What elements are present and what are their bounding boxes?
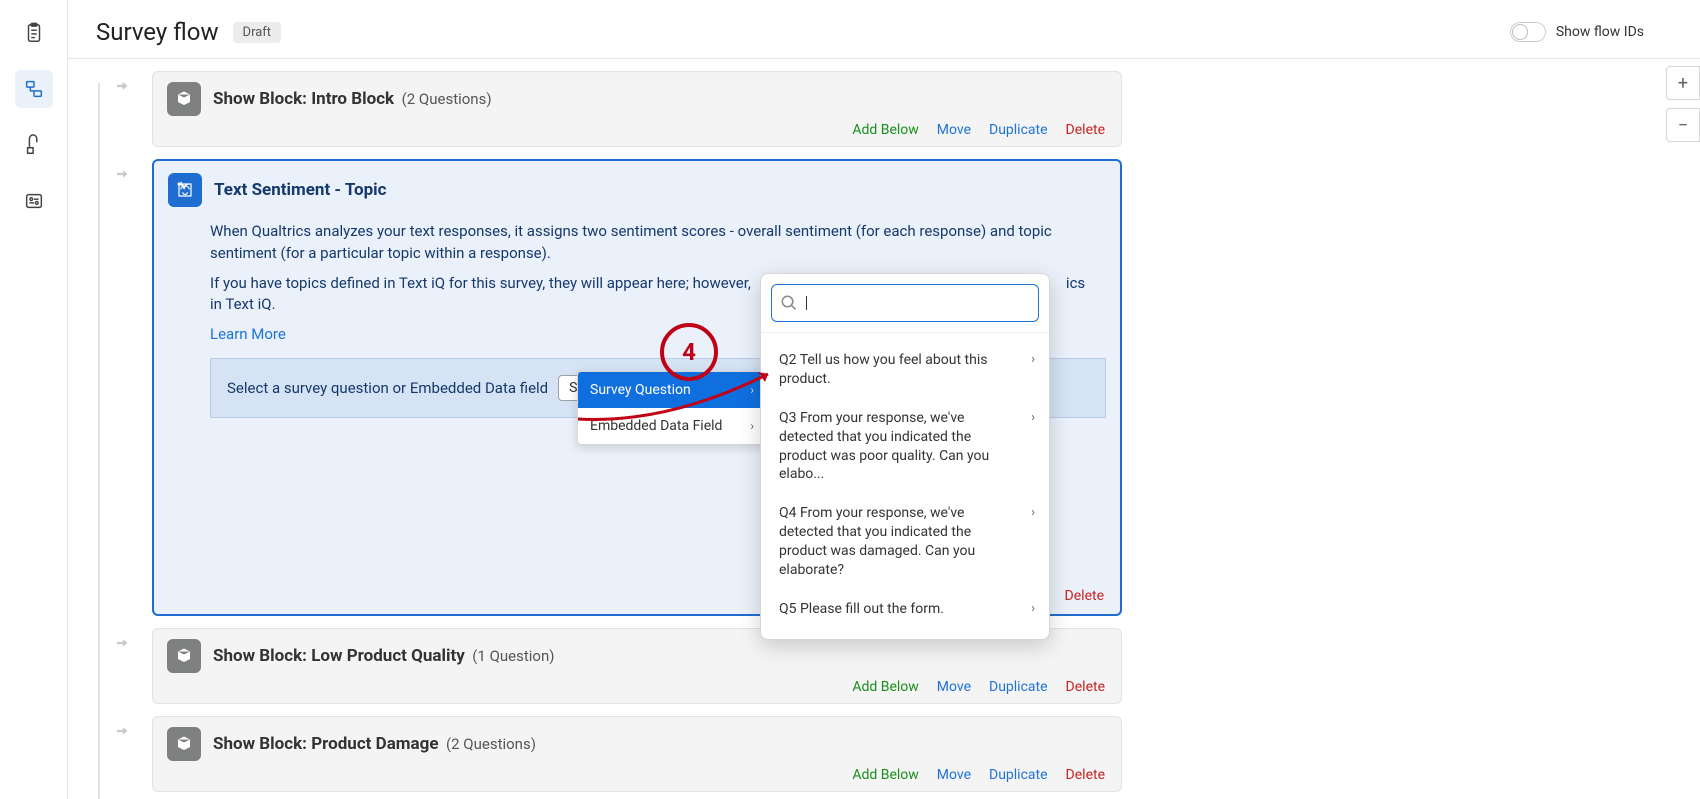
add-below-link[interactable]: Add Below — [852, 767, 918, 783]
flow-area: Show Block: Intro Block (2 Questions) Ad… — [68, 59, 1700, 799]
move-link[interactable]: Move — [937, 122, 971, 138]
show-flow-ids-label: Show flow IDs — [1556, 24, 1644, 40]
chevron-right-icon: › — [1031, 351, 1035, 369]
move-link[interactable]: Move — [937, 767, 971, 783]
nav-survey-icon[interactable] — [15, 14, 53, 52]
nav-look-icon[interactable] — [15, 126, 53, 164]
zoom-in-button[interactable]: + — [1666, 66, 1700, 100]
show-block-card[interactable]: Show Block: Intro Block (2 Questions) Ad… — [152, 71, 1122, 147]
delete-link[interactable]: Delete — [1066, 767, 1105, 783]
topbar: Survey flow Draft Show flow IDs — [68, 0, 1700, 58]
zoom-out-button[interactable]: − — [1666, 108, 1700, 142]
duplicate-link[interactable]: Duplicate — [989, 767, 1048, 783]
block-title: Show Block: Low Product Quality (1 Quest… — [213, 646, 554, 666]
delete-link[interactable]: Delete — [1066, 122, 1105, 138]
question-popover: Q2 Tell us how you feel about this produ… — [760, 273, 1050, 640]
popover-search[interactable] — [771, 284, 1039, 322]
nav-flow-icon[interactable] — [15, 70, 53, 108]
delete-link[interactable]: Delete — [1065, 588, 1104, 604]
sentiment-desc-1: When Qualtrics analyzes your text respon… — [210, 221, 1100, 265]
draft-badge: Draft — [233, 22, 282, 43]
show-flow-ids-toggle[interactable] — [1510, 22, 1546, 42]
connector-arrow-icon — [114, 77, 132, 99]
annotation-step-circle: 4 — [660, 323, 718, 381]
popover-item[interactable]: Q5 Please fill out the form.› — [765, 590, 1045, 629]
page-title: Survey flow — [96, 18, 219, 46]
add-below-link[interactable]: Add Below — [852, 679, 918, 695]
connector-arrow-icon — [114, 165, 132, 187]
flow-node: Show Block: Product Damage (2 Questions)… — [152, 716, 1676, 792]
cube-icon — [167, 82, 201, 116]
main-panel: Survey flow Draft Show flow IDs — [68, 0, 1700, 799]
cube-icon — [167, 727, 201, 761]
flow-node: Show Block: Intro Block (2 Questions) Ad… — [152, 71, 1676, 147]
select-label: Select a survey question or Embedded Dat… — [227, 379, 548, 397]
select-type-dropdown: Survey Question› Embedded Data Field› — [577, 371, 767, 445]
move-link[interactable]: Move — [937, 679, 971, 695]
block-title: Show Block: Product Damage (2 Questions) — [213, 734, 536, 754]
chevron-right-icon: › — [750, 419, 754, 433]
nav-options-icon[interactable] — [15, 182, 53, 220]
chevron-right-icon: › — [750, 383, 754, 397]
dropdown-item-survey-question[interactable]: Survey Question› — [578, 372, 766, 408]
chevron-right-icon: › — [1031, 409, 1035, 427]
chevron-right-icon: › — [1031, 600, 1035, 618]
popover-item[interactable]: Q2 Tell us how you feel about this produ… — [765, 341, 1045, 399]
popover-item[interactable]: Q3 From your response, we've detected th… — [765, 399, 1045, 495]
popover-search-input[interactable] — [813, 294, 1030, 312]
chevron-right-icon: › — [1031, 504, 1035, 522]
duplicate-link[interactable]: Duplicate — [989, 122, 1048, 138]
left-nav-rail — [0, 0, 68, 799]
duplicate-link[interactable]: Duplicate — [989, 679, 1048, 695]
delete-link[interactable]: Delete — [1066, 679, 1105, 695]
add-below-link[interactable]: Add Below — [852, 122, 918, 138]
connector-arrow-icon — [114, 722, 132, 744]
block-title: Show Block: Intro Block (2 Questions) — [213, 89, 492, 109]
zoom-controls: + − — [1666, 66, 1700, 142]
tree-line — [98, 83, 100, 799]
sentiment-title: Text Sentiment - Topic — [214, 180, 387, 200]
text-caret — [806, 296, 807, 310]
sentiment-icon — [168, 173, 202, 207]
popover-item[interactable]: Q4 From your response, we've detected th… — [765, 494, 1045, 590]
cube-icon — [167, 639, 201, 673]
dropdown-item-embedded-data[interactable]: Embedded Data Field› — [578, 408, 766, 444]
connector-arrow-icon — [114, 634, 132, 656]
show-block-card[interactable]: Show Block: Product Damage (2 Questions)… — [152, 716, 1122, 792]
search-icon — [780, 294, 798, 312]
